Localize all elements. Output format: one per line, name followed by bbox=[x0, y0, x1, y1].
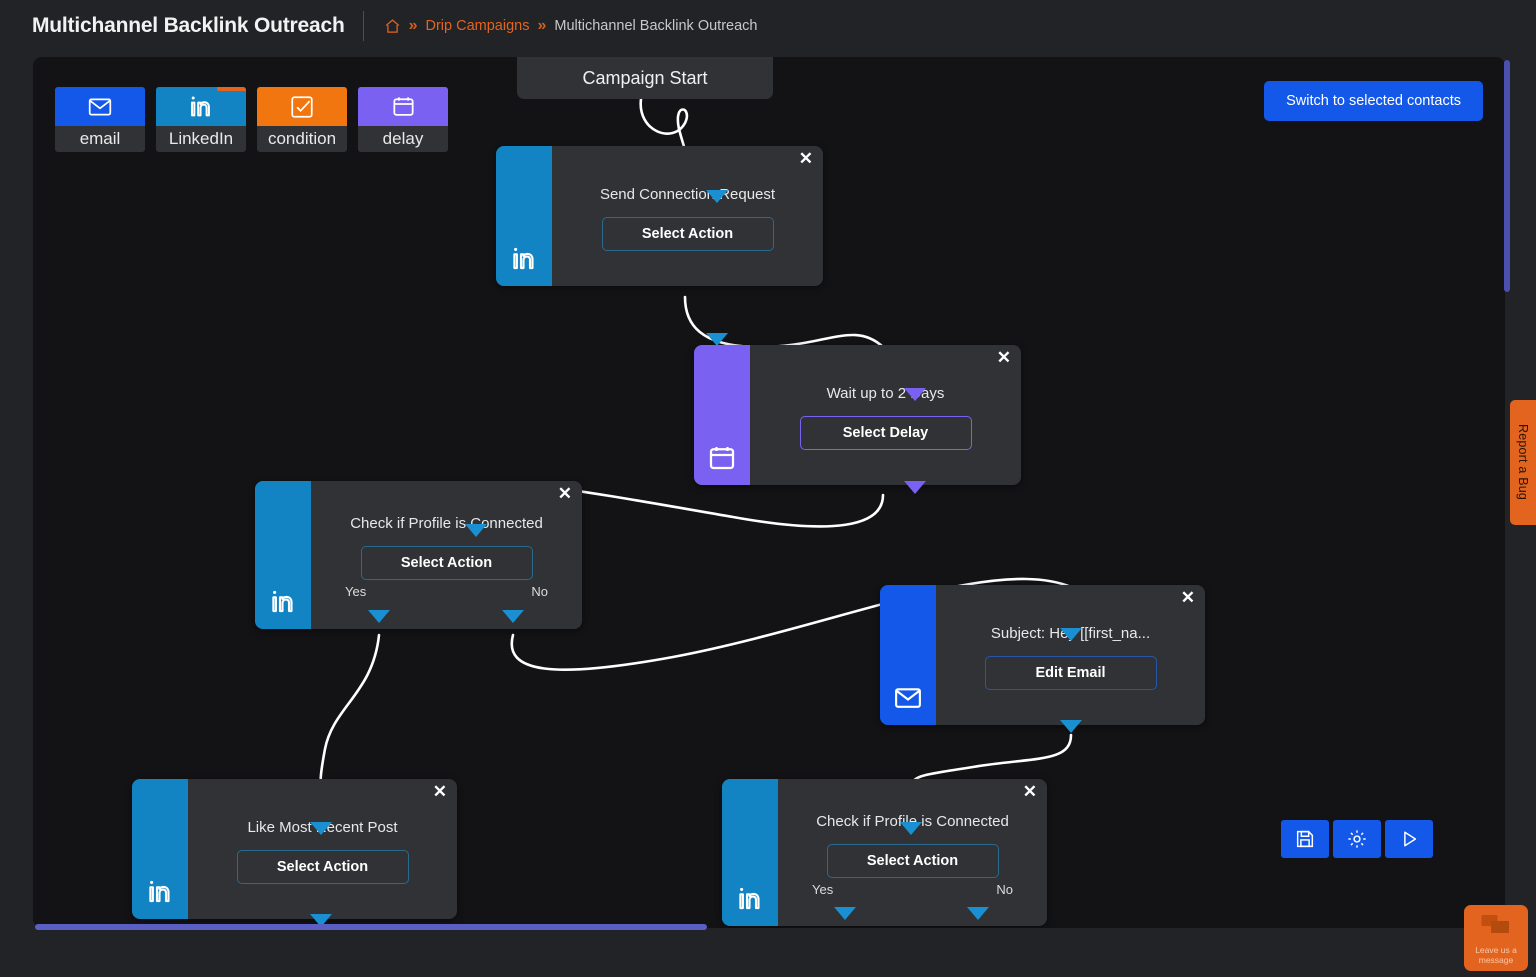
arrow-out-delay bbox=[904, 481, 926, 494]
breadcrumb-current: Multichannel Backlink Outreach bbox=[554, 18, 757, 34]
arrow-branch-no-check-1 bbox=[502, 610, 524, 623]
branch-labels: Yes No bbox=[327, 580, 566, 599]
report-a-bug-tab[interactable]: Report a Bug bbox=[1510, 400, 1536, 525]
close-icon[interactable]: ✕ bbox=[1023, 783, 1037, 800]
linkedin-icon bbox=[722, 779, 778, 926]
breadcrumb-separator-1: » bbox=[409, 17, 418, 35]
header-divider bbox=[363, 11, 364, 41]
palette-label-email: email bbox=[55, 126, 145, 152]
arrow-into-send-request bbox=[706, 190, 728, 203]
node-like-most-recent-post[interactable]: ✕ Like Most Recent Post Select Action bbox=[132, 779, 457, 919]
branch-label-no: No bbox=[531, 584, 548, 599]
connector-check-to-like-post bbox=[321, 635, 379, 787]
palette-item-condition[interactable]: condition bbox=[257, 87, 347, 152]
close-icon[interactable]: ✕ bbox=[1181, 589, 1195, 606]
workflow-canvas[interactable]: email BETA LinkedIn bbox=[33, 57, 1505, 928]
branch-label-no: No bbox=[996, 882, 1013, 897]
close-icon[interactable]: ✕ bbox=[433, 783, 447, 800]
switch-to-selected-contacts-button[interactable]: Switch to selected contacts bbox=[1264, 81, 1483, 121]
select-action-button[interactable]: Select Action bbox=[237, 850, 409, 884]
arrow-into-email bbox=[1060, 628, 1082, 641]
node-title: Send Connection Request bbox=[600, 186, 775, 203]
arrow-into-delay bbox=[904, 388, 926, 401]
palette-label-linkedin: LinkedIn bbox=[156, 126, 246, 152]
branch-label-yes: Yes bbox=[812, 882, 833, 897]
save-button[interactable] bbox=[1281, 820, 1329, 858]
node-body: ✕ Check if Profile is Connected Select A… bbox=[778, 779, 1047, 926]
settings-button[interactable] bbox=[1333, 820, 1381, 858]
chat-bubbles-icon bbox=[1481, 914, 1511, 943]
node-body: ✕ Subject: Hey [[first_na... Edit Email bbox=[936, 585, 1205, 725]
arrow-branch-yes-check-1 bbox=[368, 610, 390, 623]
breadcrumb: » Drip Campaigns » Multichannel Backlink… bbox=[384, 17, 758, 35]
select-action-button[interactable]: Select Action bbox=[361, 546, 533, 580]
vertical-scrollbar[interactable] bbox=[1504, 60, 1510, 292]
node-body: ✕ Send Connection Request Select Action bbox=[552, 146, 823, 286]
close-icon[interactable]: ✕ bbox=[558, 485, 572, 502]
arrow-into-like-post bbox=[310, 822, 332, 835]
branch-label-yes: Yes bbox=[345, 584, 366, 599]
node-title: Wait up to 2 Days bbox=[827, 385, 945, 402]
connector-start-to-send-request bbox=[641, 99, 687, 153]
check-square-icon bbox=[257, 87, 347, 126]
close-icon[interactable]: ✕ bbox=[799, 150, 813, 167]
arrow-out-send-request bbox=[706, 333, 728, 346]
palette-label-delay: delay bbox=[358, 126, 448, 152]
envelope-icon bbox=[880, 585, 936, 725]
node-send-connection-request[interactable]: ✕ Send Connection Request Select Action bbox=[496, 146, 823, 286]
node-palette: email BETA LinkedIn bbox=[55, 87, 448, 152]
home-icon[interactable] bbox=[384, 18, 401, 35]
palette-item-linkedin[interactable]: BETA LinkedIn bbox=[156, 87, 246, 152]
horizontal-scrollbar[interactable] bbox=[35, 924, 707, 930]
calendar-icon bbox=[358, 87, 448, 126]
edit-email-button[interactable]: Edit Email bbox=[985, 656, 1157, 690]
breadcrumb-link-drip-campaigns[interactable]: Drip Campaigns bbox=[426, 18, 530, 34]
select-delay-button[interactable]: Select Delay bbox=[800, 416, 972, 450]
chat-widget-label: Leave us a message bbox=[1464, 946, 1528, 966]
node-body: ✕ Like Most Recent Post Select Action bbox=[188, 779, 457, 919]
run-button[interactable] bbox=[1385, 820, 1433, 858]
node-body: ✕ Check if Profile is Connected Select A… bbox=[311, 481, 582, 629]
linkedin-icon bbox=[255, 481, 311, 629]
palette-label-condition: condition bbox=[257, 126, 347, 152]
campaign-builder-app: Multichannel Backlink Outreach » Drip Ca… bbox=[0, 0, 1536, 977]
node-wait-up-to-2-days[interactable]: ✕ Wait up to 2 Days Select Delay bbox=[694, 345, 1021, 485]
calendar-icon bbox=[694, 345, 750, 485]
palette-item-email[interactable]: email bbox=[55, 87, 145, 152]
linkedin-icon bbox=[496, 146, 552, 286]
node-email-subject[interactable]: ✕ Subject: Hey [[first_na... Edit Email bbox=[880, 585, 1205, 725]
select-action-button[interactable]: Select Action bbox=[602, 217, 774, 251]
arrow-branch-yes-check-2 bbox=[834, 907, 856, 920]
branch-labels: Yes No bbox=[794, 878, 1031, 897]
node-title: Check if Profile is Connected bbox=[350, 515, 543, 532]
palette-item-delay[interactable]: delay bbox=[358, 87, 448, 152]
chat-widget-button[interactable]: Leave us a message bbox=[1464, 905, 1528, 971]
arrow-into-check-1 bbox=[465, 524, 487, 537]
arrow-out-email bbox=[1060, 720, 1082, 733]
select-action-button[interactable]: Select Action bbox=[827, 844, 999, 878]
close-icon[interactable]: ✕ bbox=[997, 349, 1011, 366]
page-title: Multichannel Backlink Outreach bbox=[32, 14, 345, 38]
beta-badge: BETA bbox=[217, 87, 246, 91]
arrow-branch-no-check-2 bbox=[967, 907, 989, 920]
page-header: Multichannel Backlink Outreach » Drip Ca… bbox=[0, 0, 1536, 52]
node-check-if-profile-is-connected-2[interactable]: ✕ Check if Profile is Connected Select A… bbox=[722, 779, 1047, 926]
breadcrumb-separator-2: » bbox=[537, 17, 546, 35]
node-check-if-profile-is-connected-1[interactable]: ✕ Check if Profile is Connected Select A… bbox=[255, 481, 582, 629]
linkedin-icon bbox=[132, 779, 188, 919]
linkedin-icon bbox=[156, 87, 246, 126]
envelope-icon bbox=[55, 87, 145, 126]
canvas-action-buttons bbox=[1281, 820, 1433, 858]
node-body: ✕ Wait up to 2 Days Select Delay bbox=[750, 345, 1021, 485]
report-a-bug-label: Report a Bug bbox=[1516, 424, 1530, 500]
campaign-start-node[interactable]: Campaign Start bbox=[517, 57, 773, 99]
arrow-into-check-2 bbox=[900, 822, 922, 835]
